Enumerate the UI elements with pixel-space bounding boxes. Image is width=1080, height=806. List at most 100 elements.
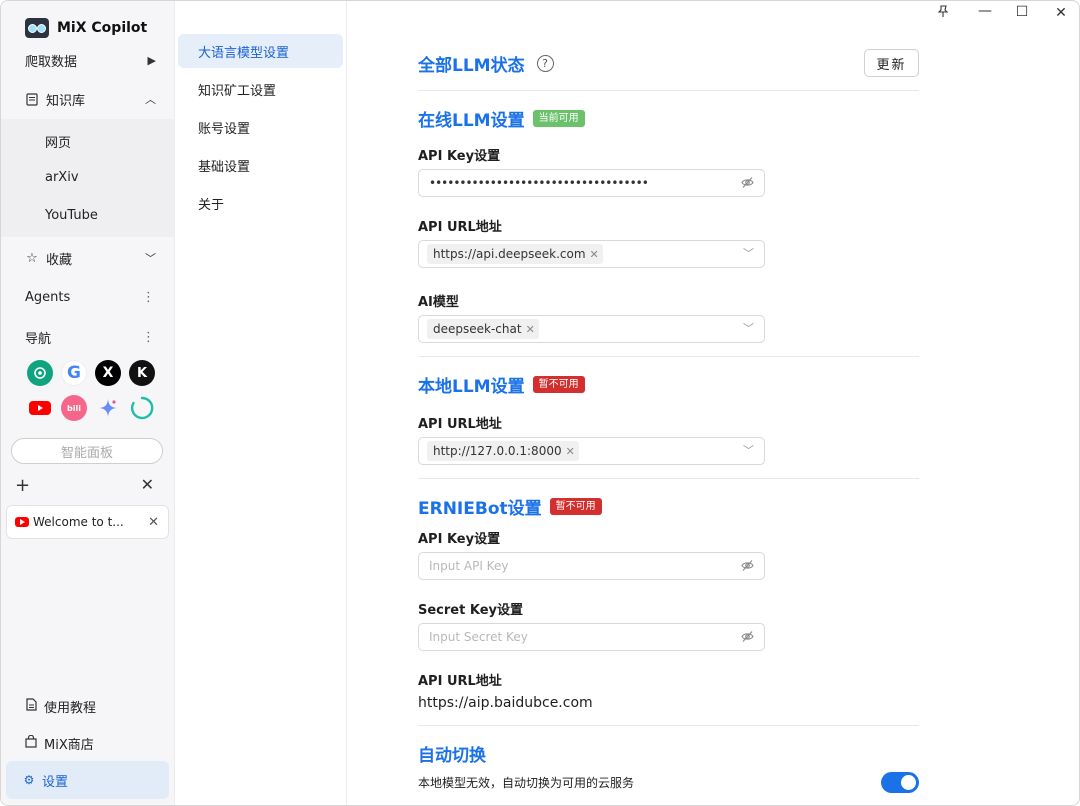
subnav-basic-settings[interactable]: 基础设置 xyxy=(178,148,343,182)
file-icon xyxy=(25,698,37,714)
more-vertical-icon[interactable]: ⋮ xyxy=(142,330,155,345)
more-vertical-icon[interactable]: ⋮ xyxy=(142,290,155,305)
sidebar-item-favorites[interactable]: ☆ 收藏 ﹀ xyxy=(1,240,174,276)
gemini-icon[interactable] xyxy=(95,395,121,421)
sidebar-item-store[interactable]: MiX商店 xyxy=(1,724,174,762)
ernie-api-key-field[interactable]: Input API Key xyxy=(418,552,765,580)
section-title: 本地LLM设置 xyxy=(418,377,525,397)
section-title: 全部LLM状态 xyxy=(418,56,525,76)
sidebar-item-knowledge-base[interactable]: 知识库 ︿ xyxy=(1,81,174,117)
smart-panel-button[interactable]: 智能面板 xyxy=(11,438,163,464)
sidebar-item-label: 收藏 xyxy=(46,252,73,268)
document-icon xyxy=(25,92,39,106)
add-tab-button[interactable]: + xyxy=(15,475,30,496)
ernie-api-url-value: https://aip.baidubce.com xyxy=(418,695,593,711)
chatgpt-icon[interactable] xyxy=(27,360,53,386)
app-name: MiX Copilot xyxy=(57,20,148,36)
local-llm-heading: 本地LLM设置 暂不可用 xyxy=(418,372,585,397)
local-api-url-select[interactable]: http://127.0.0.1:8000 ✕ ﹀ xyxy=(418,437,765,465)
selected-tag: https://api.deepseek.com ✕ xyxy=(427,244,603,264)
sidebar: MiX Copilot 爬取数据 ▶ 知识库 ︿ 网页 arXiv YouTub… xyxy=(1,1,175,805)
sidebar-item-label: 设置 xyxy=(42,774,69,790)
shopping-bag-icon xyxy=(25,734,37,751)
ai-model-select[interactable]: deepseek-chat ✕ ﹀ xyxy=(418,315,765,343)
sidebar-item-label: 使用教程 xyxy=(44,700,97,716)
close-all-tabs-button[interactable]: ✕ xyxy=(141,475,154,494)
section-title: 自动切换 xyxy=(418,746,486,766)
update-button[interactable]: 更新 xyxy=(864,49,919,77)
section-title: ERNIEBot设置 xyxy=(418,499,542,519)
sidebar-item-agents[interactable]: Agents ⋮ xyxy=(1,279,174,315)
tag-label: https://api.deepseek.com xyxy=(433,247,586,261)
ernie-secret-key-field[interactable]: Input Secret Key xyxy=(418,623,765,651)
kb-item-youtube[interactable]: YouTube xyxy=(45,208,98,223)
x-icon[interactable]: X xyxy=(95,360,121,386)
subnav-about[interactable]: 关于 xyxy=(178,186,343,220)
remove-tag-icon[interactable]: ✕ xyxy=(590,248,599,261)
chevron-right-icon: ▶ xyxy=(147,53,156,67)
online-api-url-select[interactable]: https://api.deepseek.com ✕ ﹀ xyxy=(418,240,765,268)
perplexity-ring-icon[interactable] xyxy=(129,395,155,421)
knowledge-base-submenu: 网页 arXiv YouTube xyxy=(1,119,174,237)
chevron-up-icon: ︿ xyxy=(145,93,156,106)
tab-title: Welcome to t... xyxy=(33,515,124,529)
kimi-icon[interactable]: K xyxy=(129,360,155,386)
divider xyxy=(418,356,919,357)
sidebar-item-label: 知识库 xyxy=(46,93,86,109)
all-llm-status-heading: 全部LLM状态 ? xyxy=(418,51,554,76)
online-llm-heading: 在线LLM设置 当前可用 xyxy=(418,106,585,131)
sidebar-item-crawl[interactable]: 爬取数据 ▶ xyxy=(1,42,174,78)
eye-off-icon[interactable] xyxy=(741,559,754,572)
remove-tag-icon[interactable]: ✕ xyxy=(526,323,535,336)
google-icon[interactable]: G xyxy=(61,360,87,386)
api-key-label: API Key设置 xyxy=(418,149,501,164)
api-key-placeholder: Input API Key xyxy=(429,559,509,573)
divider xyxy=(418,90,919,91)
app-window: MiX Copilot 爬取数据 ▶ 知识库 ︿ 网页 arXiv YouTub… xyxy=(0,0,1080,806)
api-key-label: API Key设置 xyxy=(418,532,501,547)
chevron-down-icon[interactable]: ﹀ xyxy=(743,442,754,458)
app-logo-icon xyxy=(25,18,49,38)
brand: MiX Copilot xyxy=(25,18,147,38)
status-badge: 暂不可用 xyxy=(549,498,602,515)
chevron-down-icon[interactable]: ﹀ xyxy=(743,245,754,261)
close-icon[interactable]: ✕ xyxy=(148,515,159,530)
llm-settings-panel: 全部LLM状态 ? 更新 在线LLM设置 当前可用 API Key设置 ••••… xyxy=(347,1,1079,805)
help-icon[interactable]: ? xyxy=(536,55,554,72)
youtube-icon xyxy=(15,517,29,527)
section-title: 在线LLM设置 xyxy=(418,111,525,131)
gear-icon: ⚙ xyxy=(23,773,35,787)
sidebar-item-label: 导航 xyxy=(25,331,52,347)
sidebar-item-tutorial[interactable]: 使用教程 xyxy=(1,687,174,725)
divider xyxy=(418,725,919,726)
sidebar-item-label: MiX商店 xyxy=(44,737,94,753)
tag-label: http://127.0.0.1:8000 xyxy=(433,444,562,458)
auto-switch-toggle[interactable] xyxy=(881,772,919,793)
settings-subnav: 大语言模型设置 知识矿工设置 账号设置 基础设置 关于 xyxy=(175,1,347,805)
online-api-key-field[interactable]: •••••••••••••••••••••••••••••••••••• xyxy=(418,169,765,197)
tab-bar: + ✕ xyxy=(1,475,174,499)
api-url-label: API URL地址 xyxy=(418,417,502,432)
subnav-llm-settings[interactable]: 大语言模型设置 xyxy=(178,34,343,68)
tag-label: deepseek-chat xyxy=(433,322,522,336)
erniebot-heading: ERNIEBot设置 暂不可用 xyxy=(418,494,602,519)
kb-item-arxiv[interactable]: arXiv xyxy=(45,170,79,185)
star-icon: ☆ xyxy=(26,250,38,266)
auto-switch-heading: 自动切换 xyxy=(418,741,486,766)
status-badge: 当前可用 xyxy=(532,110,585,127)
sidebar-item-navigation[interactable]: 导航 ⋮ xyxy=(1,319,174,355)
subnav-account-settings[interactable]: 账号设置 xyxy=(178,110,343,144)
subnav-knowledge-miner-settings[interactable]: 知识矿工设置 xyxy=(178,72,343,106)
eye-off-icon[interactable] xyxy=(741,630,754,643)
sidebar-item-settings[interactable]: ⚙ 设置 xyxy=(6,761,169,799)
shortcut-grid: G X K bili xyxy=(27,360,159,421)
chevron-down-icon[interactable]: ﹀ xyxy=(743,320,754,336)
remove-tag-icon[interactable]: ✕ xyxy=(566,445,575,458)
sidebar-item-label: 爬取数据 xyxy=(25,54,78,70)
tab-welcome[interactable]: Welcome to t... ✕ xyxy=(6,505,169,539)
selected-tag: http://127.0.0.1:8000 ✕ xyxy=(427,441,579,461)
bilibili-icon[interactable]: bili xyxy=(61,395,87,421)
kb-item-web[interactable]: 网页 xyxy=(45,132,71,151)
eye-off-icon[interactable] xyxy=(741,176,754,189)
youtube-icon[interactable] xyxy=(27,395,53,421)
